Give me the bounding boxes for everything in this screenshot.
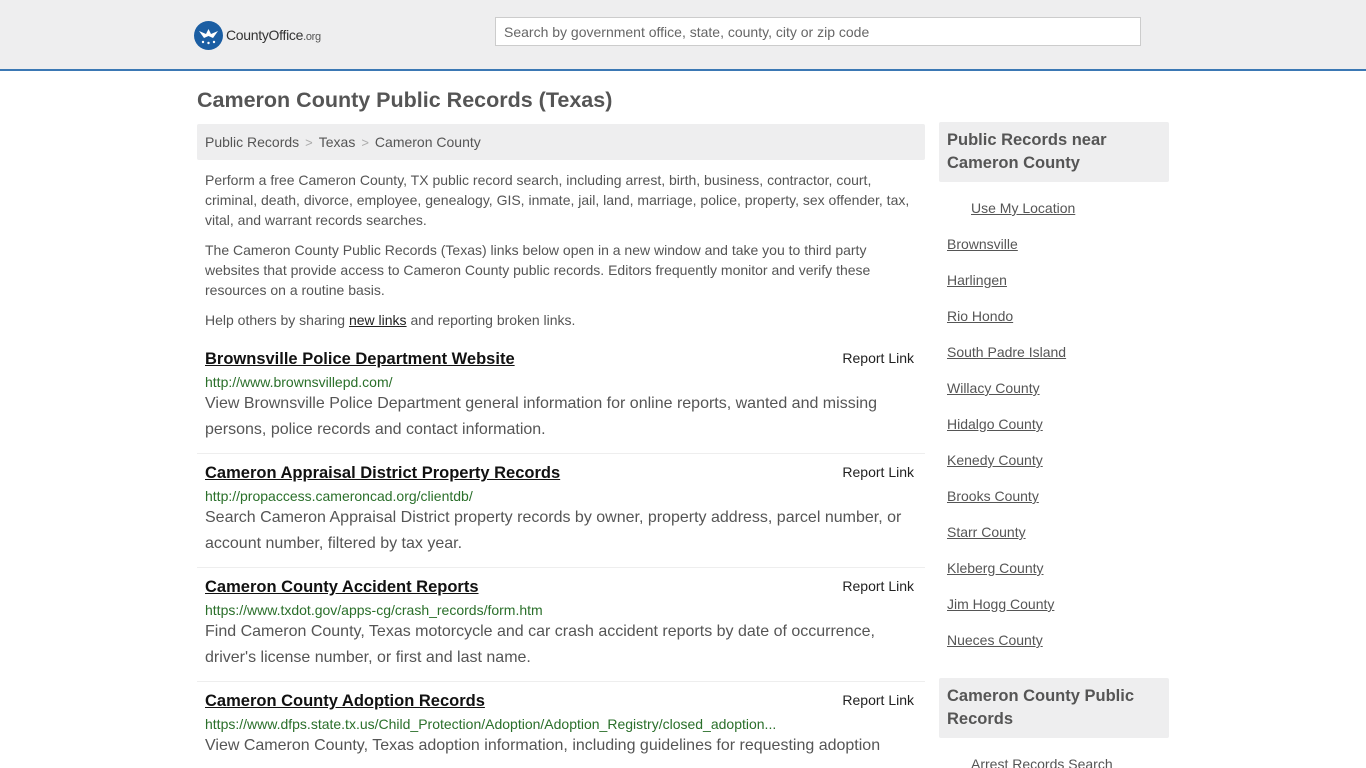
- record-url: http://www.brownsvillepd.com/: [205, 374, 393, 390]
- list-item: Arrest Records Search: [947, 746, 1161, 768]
- nearby-link-harlingen[interactable]: Harlingen: [947, 272, 1007, 288]
- record-description: View Brownsville Police Department gener…: [205, 395, 878, 438]
- report-link-button[interactable]: Report Link: [842, 578, 914, 594]
- list-item: Use My Location: [947, 190, 1161, 226]
- site-logo[interactable]: CountyOffice.org: [194, 20, 321, 50]
- list-item: Jim Hogg County: [947, 586, 1161, 622]
- breadcrumb-public-records[interactable]: Public Records: [205, 134, 299, 150]
- breadcrumb: Public Records > Texas > Cameron County: [197, 124, 925, 160]
- nearby-link-rio-hondo[interactable]: Rio Hondo: [947, 308, 1013, 324]
- record-item: Cameron County Adoption Records Report L…: [197, 692, 925, 759]
- search-input[interactable]: [495, 17, 1141, 46]
- page-title: Cameron County Public Records (Texas): [197, 88, 613, 112]
- share-links-note: Help others by sharing new links and rep…: [205, 312, 576, 328]
- record-title-link[interactable]: Brownsville Police Department Website: [205, 350, 917, 369]
- intro-paragraph: The Cameron County Public Records (Texas…: [205, 242, 871, 298]
- nearby-link-willacy-county[interactable]: Willacy County: [947, 380, 1040, 396]
- record-item: Brownsville Police Department Website Re…: [197, 350, 925, 454]
- eagle-seal-icon: [194, 20, 223, 50]
- logo-text: CountyOffice.org: [226, 27, 321, 43]
- record-title-link[interactable]: Cameron Appraisal District Property Reco…: [205, 464, 917, 483]
- breadcrumb-separator: >: [305, 134, 313, 150]
- intro-text: Perform a free Cameron County, TX public…: [197, 170, 925, 330]
- list-item: Nueces County: [947, 622, 1161, 658]
- list-item: Kleberg County: [947, 550, 1161, 586]
- nearby-link-nueces-county[interactable]: Nueces County: [947, 632, 1043, 648]
- breadcrumb-texas[interactable]: Texas: [319, 134, 356, 150]
- arrest-records-search-link[interactable]: Arrest Records Search: [971, 756, 1113, 768]
- list-item: South Padre Island: [947, 334, 1161, 370]
- record-url: https://www.txdot.gov/apps-cg/crash_reco…: [205, 602, 543, 618]
- record-item: Cameron County Accident Reports Report L…: [197, 578, 925, 682]
- nearby-link-hidalgo-county[interactable]: Hidalgo County: [947, 416, 1043, 432]
- record-item: Cameron Appraisal District Property Reco…: [197, 464, 925, 568]
- nearby-link-brooks-county[interactable]: Brooks County: [947, 488, 1039, 504]
- nearby-link-jim-hogg-county[interactable]: Jim Hogg County: [947, 596, 1054, 612]
- record-url: http://propaccess.cameroncad.org/clientd…: [205, 488, 473, 504]
- list-item: Kenedy County: [947, 442, 1161, 478]
- breadcrumb-cameron-county[interactable]: Cameron County: [375, 134, 481, 150]
- record-description: Search Cameron Appraisal District proper…: [205, 509, 902, 552]
- record-url: https://www.dfps.state.tx.us/Child_Prote…: [205, 716, 777, 732]
- county-records-list: Arrest Records Search: [939, 746, 1169, 768]
- list-item: Starr County: [947, 514, 1161, 550]
- breadcrumb-separator: >: [361, 134, 369, 150]
- list-item: Rio Hondo: [947, 298, 1161, 334]
- new-links-link[interactable]: new links: [349, 312, 407, 328]
- nearby-records-list: Use My Location Brownsville Harlingen Ri…: [939, 190, 1169, 658]
- report-link-button[interactable]: Report Link: [842, 464, 914, 480]
- nearby-link-starr-county[interactable]: Starr County: [947, 524, 1026, 540]
- list-item: Harlingen: [947, 262, 1161, 298]
- main-content: Public Records > Texas > Cameron County …: [197, 124, 925, 759]
- use-my-location-link[interactable]: Use My Location: [971, 200, 1075, 216]
- record-description: View Cameron County, Texas adoption info…: [205, 737, 881, 754]
- county-records-heading: Cameron County Public Records: [939, 678, 1169, 738]
- record-title-link[interactable]: Cameron County Adoption Records: [205, 692, 917, 711]
- list-item: Hidalgo County: [947, 406, 1161, 442]
- nearby-link-brownsville[interactable]: Brownsville: [947, 236, 1018, 252]
- report-link-button[interactable]: Report Link: [842, 692, 914, 708]
- nearby-link-kenedy-county[interactable]: Kenedy County: [947, 452, 1043, 468]
- list-item: Brooks County: [947, 478, 1161, 514]
- intro-paragraph: Perform a free Cameron County, TX public…: [205, 172, 910, 228]
- record-description: Find Cameron County, Texas motorcycle an…: [205, 623, 875, 666]
- site-header: CountyOffice.org: [0, 0, 1366, 71]
- list-item: Brownsville: [947, 226, 1161, 262]
- report-link-button[interactable]: Report Link: [842, 350, 914, 366]
- list-item: Willacy County: [947, 370, 1161, 406]
- sidebar: Public Records near Cameron County Use M…: [939, 122, 1169, 768]
- record-title-link[interactable]: Cameron County Accident Reports: [205, 578, 917, 597]
- nearby-records-heading: Public Records near Cameron County: [939, 122, 1169, 182]
- nearby-link-south-padre-island[interactable]: South Padre Island: [947, 344, 1066, 360]
- nearby-link-kleberg-county[interactable]: Kleberg County: [947, 560, 1044, 576]
